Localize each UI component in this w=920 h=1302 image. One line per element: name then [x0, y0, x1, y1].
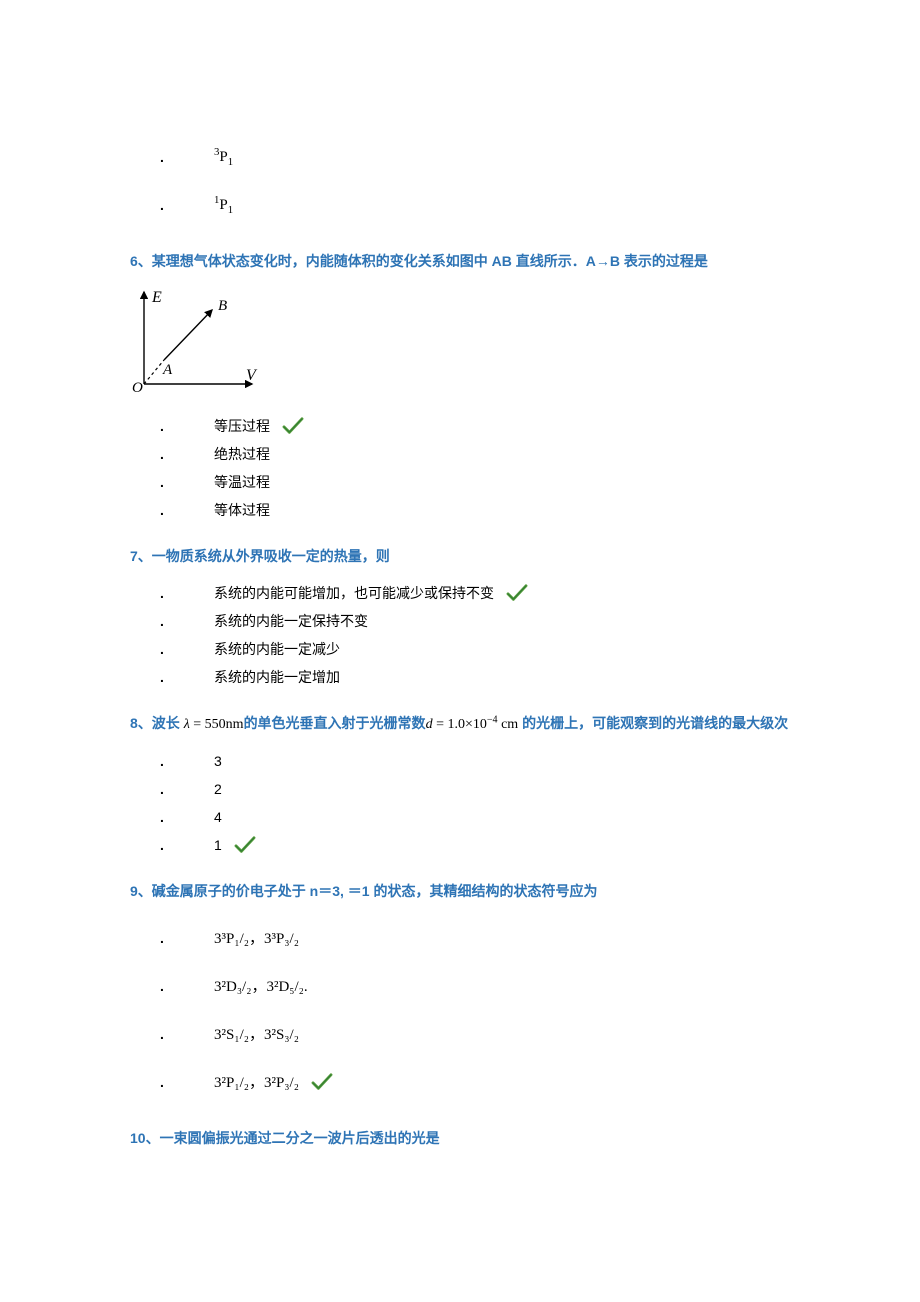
svg-text:E: E — [151, 289, 162, 306]
option-text: 系统的内能一定保持不变 — [214, 611, 368, 631]
svg-text:O: O — [132, 380, 143, 394]
list-item: .3 — [160, 750, 900, 772]
bullet-dot: . — [160, 641, 170, 657]
svg-text:B: B — [218, 298, 227, 314]
list-item: . 3P1 — [160, 136, 900, 178]
bullet-dot: . — [160, 1026, 170, 1042]
question-10-title: 10、一束圆偏振光通过二分之一波片后透出的光是 — [130, 1127, 900, 1149]
bullet-dot: . — [160, 149, 170, 165]
option-text: 系统的内能一定减少 — [214, 639, 340, 659]
list-item: .4 — [160, 806, 900, 828]
option-text: 2 — [214, 781, 222, 797]
option-text: 3 — [214, 753, 222, 769]
list-item: . 系统的内能一定保持不变 — [160, 610, 900, 632]
q6-diagram: E V A B O — [130, 286, 900, 397]
option-text: 等温过程 — [214, 472, 270, 492]
option-text: 3³P₁/₂，3³P₃/₂ — [214, 927, 299, 948]
bullet-dot: . — [160, 753, 170, 769]
list-item: . 1P1 — [160, 184, 900, 226]
option-text: 1P1 — [214, 197, 233, 214]
option-text: 3P1 — [214, 149, 233, 166]
list-item: . 绝热过程 — [160, 443, 900, 465]
bullet-dot: . — [160, 418, 170, 434]
check-icon — [234, 836, 256, 854]
bullet-dot: . — [160, 585, 170, 601]
option-text: 等压过程 — [214, 416, 304, 436]
list-item: . 系统的内能一定减少 — [160, 638, 900, 660]
question-7-title: 7、一物质系统从外界吸收一定的热量，则 — [130, 545, 900, 567]
list-item: . 等压过程 — [160, 415, 900, 437]
bullet-dot: . — [160, 781, 170, 797]
option-text: 3²S₁/₂，3²S₃/₂ — [214, 1023, 299, 1044]
bullet-dot: . — [160, 809, 170, 825]
list-item: . 3²D₃/₂，3²D₅/₂. — [160, 965, 900, 1007]
list-item: . 等体过程 — [160, 499, 900, 521]
option-text: 等体过程 — [214, 500, 270, 520]
bullet-dot: . — [160, 837, 170, 853]
list-item: . 3³P₁/₂，3³P₃/₂ — [160, 917, 900, 959]
svg-text:A: A — [162, 362, 173, 378]
svg-text:V: V — [246, 367, 258, 384]
check-icon — [506, 584, 528, 602]
check-icon — [282, 417, 304, 435]
check-icon — [311, 1073, 333, 1091]
option-text: 系统的内能可能增加，也可能减少或保持不变 — [214, 583, 528, 603]
bullet-dot: . — [160, 1074, 170, 1090]
option-text: 1 — [214, 836, 256, 854]
bullet-dot: . — [160, 669, 170, 685]
bullet-dot: . — [160, 474, 170, 490]
list-item: .2 — [160, 778, 900, 800]
option-text: 4 — [214, 809, 222, 825]
list-item: . 3²S₁/₂，3²S₃/₂ — [160, 1013, 900, 1055]
bullet-dot: . — [160, 446, 170, 462]
bullet-dot: . — [160, 502, 170, 518]
option-text: 3²D₃/₂，3²D₅/₂. — [214, 975, 308, 996]
list-item: . 3²P₁/₂，3²P₃/₂ — [160, 1061, 900, 1103]
bullet-dot: . — [160, 197, 170, 213]
bullet-dot: . — [160, 613, 170, 629]
list-item: . 等温过程 — [160, 471, 900, 493]
list-item: . 系统的内能可能增加，也可能减少或保持不变 — [160, 582, 900, 604]
question-8-title: 8、波长 λ = 550nm的单色光垂直入射于光栅常数d = 1.0×10−4 … — [130, 712, 900, 736]
option-text: 3²P₁/₂，3²P₃/₂ — [214, 1071, 333, 1092]
question-9-title: 9、碱金属原子的价电子处于 n＝3, ＝1 的状态，其精细结构的状态符号应为 — [130, 880, 900, 902]
bullet-dot: . — [160, 930, 170, 946]
list-item: . 系统的内能一定增加 — [160, 666, 900, 688]
bullet-dot: . — [160, 978, 170, 994]
ev-graph: E V A B O — [130, 286, 260, 394]
list-item: .1 — [160, 834, 900, 856]
option-text: 系统的内能一定增加 — [214, 667, 340, 687]
question-6-title: 6、某理想气体状态变化时，内能随体积的变化关系如图中 AB 直线所示．A→B 表… — [130, 250, 900, 272]
option-text: 绝热过程 — [214, 444, 270, 464]
